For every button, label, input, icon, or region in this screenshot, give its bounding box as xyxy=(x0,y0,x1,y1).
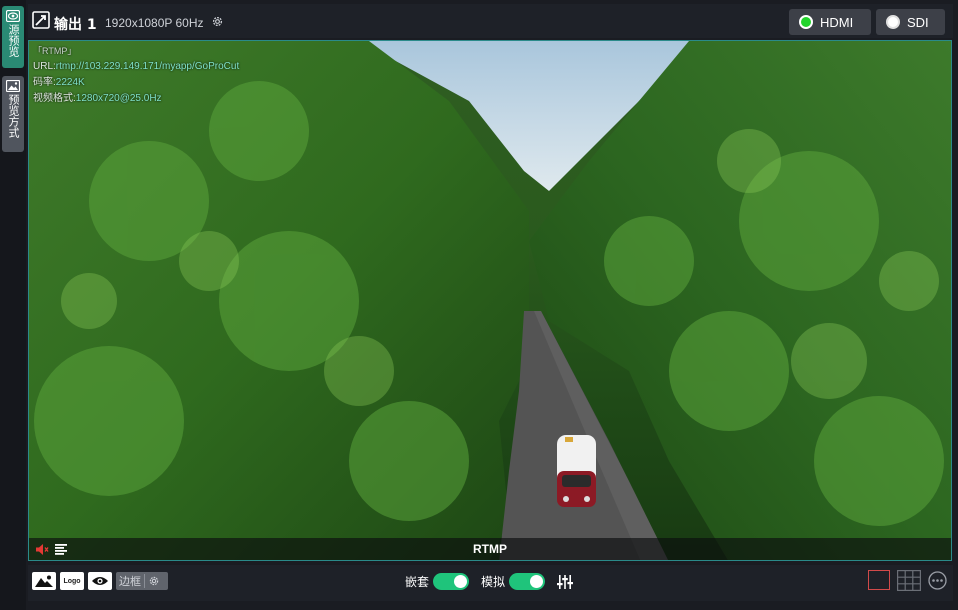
bottom-toolbar: Logo 边框 嵌套 模拟 xyxy=(28,565,953,601)
tab-preview-mode[interactable]: 预览方式 xyxy=(2,76,24,152)
output-title: 输出 1 xyxy=(54,17,97,33)
border-button[interactable]: 边框 xyxy=(116,572,168,590)
stream-name: RTMP xyxy=(473,542,507,556)
logo-button-label: Logo xyxy=(63,577,81,585)
format-value: 1280x720@25.0Hz xyxy=(75,93,162,104)
analog-control: 模拟 xyxy=(481,573,546,590)
video-preview[interactable]: 「RTMP」 URL:rtmp://103.229.149.171/myapp/… xyxy=(28,40,952,561)
video-frame xyxy=(29,41,951,560)
tab-source-preview-label: 源预览 xyxy=(7,24,20,57)
visibility-button[interactable] xyxy=(88,572,112,590)
sliders-icon[interactable] xyxy=(557,575,573,589)
output-resolution: 1920x1080P 60Hz xyxy=(105,16,204,30)
gear-icon[interactable] xyxy=(211,15,224,28)
eye-icon xyxy=(6,10,20,22)
sdi-output-button[interactable]: SDI xyxy=(876,9,945,35)
toggle-knob xyxy=(530,575,544,588)
url-value: rtmp://103.229.149.171/myapp/GoProCut xyxy=(55,61,240,72)
analog-toggle[interactable] xyxy=(509,573,546,590)
edit-icon[interactable] xyxy=(32,11,50,29)
picture-icon xyxy=(35,575,53,587)
toggle-knob xyxy=(454,575,468,588)
hdmi-output-button[interactable]: HDMI xyxy=(789,9,871,35)
analog-label: 模拟 xyxy=(481,575,506,589)
eye-icon xyxy=(92,577,108,585)
format-label: 视频格式: xyxy=(33,93,76,104)
stream-tag: 「RTMP」 xyxy=(33,46,77,56)
gear-icon[interactable] xyxy=(148,575,160,587)
left-rail: 源预览 预览方式 xyxy=(0,0,26,610)
status-dot-icon xyxy=(886,15,900,29)
border-label: 边框 xyxy=(119,575,141,588)
output-header: 输出 1 1920x1080P 60Hz HDMI SDI xyxy=(28,4,953,38)
nest-toggle[interactable] xyxy=(433,573,470,590)
layout-single-button[interactable] xyxy=(868,570,890,590)
image-icon xyxy=(6,80,20,92)
tab-preview-mode-label: 预览方式 xyxy=(7,94,20,138)
status-dot-icon xyxy=(799,15,813,29)
nest-label: 嵌套 xyxy=(405,575,430,589)
nest-control: 嵌套 xyxy=(405,573,470,590)
image-button[interactable] xyxy=(32,572,56,590)
stream-info-overlay: 「RTMP」 URL:rtmp://103.229.149.171/myapp/… xyxy=(33,43,239,107)
grid-layout-icon[interactable] xyxy=(897,570,921,591)
more-icon[interactable] xyxy=(928,571,947,590)
sdi-label: SDI xyxy=(907,14,929,30)
logo-button[interactable]: Logo xyxy=(60,572,84,590)
van xyxy=(557,435,596,507)
url-label: URL: xyxy=(33,61,56,72)
preview-status-bar: RTMP xyxy=(29,538,951,560)
tab-source-preview[interactable]: 源预览 xyxy=(2,6,24,68)
hdmi-label: HDMI xyxy=(820,14,854,30)
divider xyxy=(144,574,145,588)
bitrate-label: 码率: xyxy=(33,77,56,88)
bitrate-value: 2224K xyxy=(55,77,85,88)
